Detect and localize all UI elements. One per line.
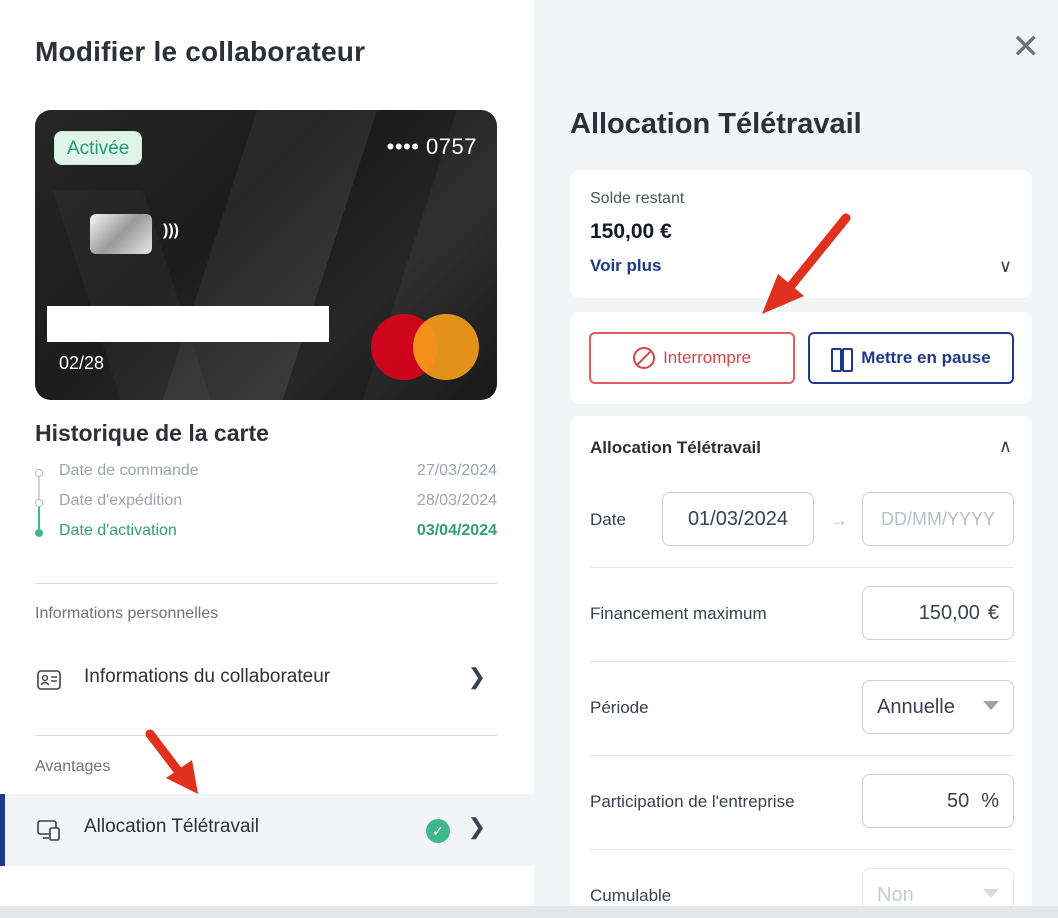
timeline-label: Date de commande (59, 462, 199, 479)
timeline-label: Date d'activation (59, 522, 177, 539)
timeline-date: 27/03/2024 (416, 462, 497, 479)
contactless-icon: ))) (163, 222, 179, 239)
payment-card: Activée •••• 0757 ))) 02/28 (35, 110, 497, 400)
timeline-item: Date de commande 27/03/2024 (35, 462, 497, 499)
section-label-benefits: Avantages (35, 758, 111, 775)
chevron-down-icon[interactable]: ∨ (999, 256, 1012, 277)
participation-label: Participation de l'entreprise (590, 792, 795, 811)
allowance-title: Allocation Télétravail (570, 108, 862, 140)
start-date-value: 01/03/2024 (687, 507, 789, 530)
cumulable-label: Cumulable (590, 886, 672, 905)
section-label-personal: Informations personnelles (35, 605, 219, 622)
balance-value: 150,00 € (590, 220, 672, 243)
card-history-timeline: Date de commande 27/03/2024 Date d'expéd… (35, 462, 497, 552)
date-label: Date (590, 510, 626, 529)
mastercard-logo-icon (371, 314, 479, 380)
form-header: Allocation Télétravail (590, 438, 761, 457)
timeline-dot-icon (35, 499, 43, 507)
balance-card: Solde restant 150,00 € Voir plus ∨ (570, 170, 1032, 298)
participation-value: 50 (946, 789, 970, 812)
left-panel: Modifier le collaborateur Activée •••• 0… (0, 0, 534, 918)
redacted-cardholder (47, 306, 329, 342)
period-label: Période (590, 698, 649, 717)
pause-button[interactable]: Mettre en pause (808, 332, 1014, 384)
nav-item-telework-allowance[interactable]: Allocation Télétravail ✓ ❯ (0, 794, 534, 866)
max-funding-label: Financement maximum (590, 604, 767, 623)
period-select[interactable]: Annuelle (862, 680, 1014, 734)
block-icon (633, 347, 656, 369)
right-panel: ✕ Allocation Télétravail Solde restant 1… (534, 0, 1058, 918)
period-value: Annuelle (877, 695, 955, 718)
form-row-participation: Participation de l'entreprise 50 % (590, 756, 1014, 850)
chevron-right-icon: ❯ (467, 664, 486, 689)
arrow-right-icon: → (830, 510, 848, 530)
start-date-input[interactable]: 01/03/2024 (662, 492, 814, 546)
currency-symbol: € (987, 601, 999, 624)
divider (35, 583, 497, 584)
balance-label: Solde restant (590, 190, 685, 207)
max-funding-input[interactable]: 150,00 € (862, 586, 1014, 640)
timeline-item: Date d'expédition 28/03/2024 (35, 492, 497, 529)
interrupt-button[interactable]: Interrompre (589, 332, 795, 384)
timeline-label: Date d'expédition (59, 492, 183, 509)
history-title: Historique de la carte (35, 420, 269, 446)
nav-item-label: Allocation Télétravail (84, 816, 259, 837)
pause-icon (831, 348, 854, 372)
form-row-max-funding: Financement maximum 150,00 € (590, 568, 1014, 662)
nav-item-collaborator-info[interactable]: Informations du collaborateur ❯ (0, 644, 534, 716)
actions-card: Interrompre Mettre en pause (570, 312, 1032, 404)
form-row-period: Période Annuelle (590, 662, 1014, 756)
status-badge: Activée (54, 131, 143, 165)
close-icon[interactable]: ✕ (1012, 30, 1041, 64)
percent-symbol: % (981, 789, 999, 812)
max-funding-value: 150,00 (918, 601, 980, 624)
chip-icon (90, 214, 152, 254)
timeline-dot-icon (35, 469, 43, 477)
allowance-form-card: Allocation Télétravail ∧ Date 01/03/2024… (570, 416, 1032, 918)
timeline-item-active: Date d'activation 03/04/2024 (35, 522, 497, 552)
devices-icon (37, 820, 60, 841)
page-title: Modifier le collaborateur (35, 36, 366, 67)
pause-button-label: Mettre en pause (861, 348, 991, 367)
chevron-right-icon: ❯ (467, 814, 486, 839)
id-card-icon (37, 670, 61, 690)
end-date-input[interactable]: DD/MM/YYYY (862, 492, 1014, 546)
bottom-scrollbar (0, 906, 1058, 918)
divider (35, 735, 497, 736)
annotation-arrow-icon (145, 729, 198, 794)
check-circle-icon: ✓ (426, 819, 450, 843)
timeline-date: 28/03/2024 (416, 492, 497, 509)
participation-input[interactable]: 50 % (862, 774, 1014, 828)
timeline-date: 03/04/2024 (416, 522, 497, 539)
card-number: •••• 0757 (386, 134, 477, 159)
interrupt-button-label: Interrompre (663, 348, 751, 367)
chevron-up-icon[interactable]: ∧ (999, 436, 1012, 457)
timeline-dot-icon (35, 529, 43, 537)
form-row-date: Date 01/03/2024 → DD/MM/YYYY (590, 474, 1014, 568)
caret-down-icon (983, 701, 999, 710)
nav-item-label: Informations du collaborateur (84, 666, 331, 687)
end-date-placeholder: DD/MM/YYYY (880, 508, 995, 529)
cumulable-value: Non (877, 883, 914, 906)
card-expiry: 02/28 (59, 353, 105, 373)
caret-down-icon (983, 889, 999, 898)
see-more-link[interactable]: Voir plus (590, 256, 661, 276)
